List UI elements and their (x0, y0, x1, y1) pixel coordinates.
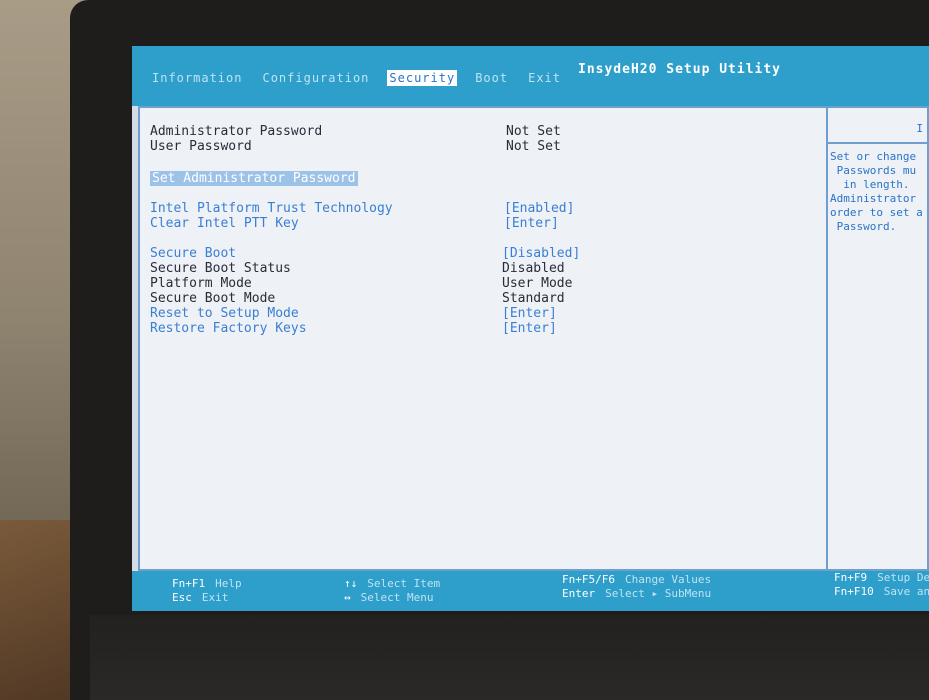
help-text: Set or change Passwords mu in length. Ad… (830, 150, 923, 233)
secure-boot-status-row: Secure Boot Status Disabled (150, 261, 810, 276)
secure-boot-value[interactable]: [Disabled] (502, 246, 580, 261)
restore-factory-keys-row[interactable]: Restore Factory Keys [Enter] (150, 321, 810, 336)
ptt-value[interactable]: [Enabled] (504, 201, 574, 216)
help-divider (828, 142, 927, 144)
legend-help: Fn+F1 Help (172, 577, 242, 590)
legend-setup-defaults-action: Setup De (877, 571, 929, 584)
set-admin-password-row[interactable]: Set Administrator Password (150, 171, 810, 186)
admin-password-status: Not Set (506, 124, 561, 139)
legend-select-menu: ↔ Select Menu (344, 591, 433, 604)
clear-ptt-row[interactable]: Clear Intel PTT Key [Enter] (150, 216, 810, 231)
clear-ptt-value[interactable]: [Enter] (504, 216, 559, 231)
admin-password-label: Administrator Password (150, 124, 323, 139)
platform-mode-label: Platform Mode (150, 276, 252, 291)
user-password-row: User Password Not Set (150, 139, 810, 154)
secure-boot-status-label: Secure Boot Status (150, 261, 291, 276)
platform-mode-value: User Mode (502, 276, 573, 291)
settings-panel: Administrator Password Not Set User Pass… (138, 106, 828, 571)
legend-help-key: Fn+F1 (172, 577, 206, 590)
tab-information[interactable]: Information (150, 70, 244, 86)
secure-boot-mode-row: Secure Boot Mode Standard (150, 291, 810, 306)
secure-boot-mode-label: Secure Boot Mode (150, 291, 276, 306)
key-legend: Fn+F1 Help Esc Exit ↑↓ Select Item ↔ Select … (132, 571, 929, 611)
user-password-status: Not Set (506, 139, 561, 154)
legend-select-menu-action: Select Menu (360, 591, 434, 604)
legend-save-exit-key: Fn+F10 (834, 585, 874, 598)
legend-change-values-key: Fn+F5/F6 (562, 573, 615, 586)
secure-boot-row[interactable]: Secure Boot [Disabled] (150, 246, 810, 261)
tab-boot[interactable]: Boot (473, 70, 510, 86)
admin-password-row: Administrator Password Not Set (150, 124, 810, 139)
tab-exit[interactable]: Exit (526, 70, 563, 86)
legend-submenu-action: Select ▸ SubMenu (605, 587, 712, 600)
tab-security[interactable]: Security (387, 70, 458, 86)
legend-save-exit: Fn+F10 Save and (834, 585, 929, 598)
reset-setup-mode-row[interactable]: Reset to Setup Mode [Enter] (150, 306, 810, 321)
bios-header: InsydeH20 Setup Utility Information Conf… (132, 46, 929, 106)
platform-mode-row: Platform Mode User Mode (150, 276, 810, 291)
legend-submenu-key: Enter (562, 587, 596, 600)
user-password-label: User Password (150, 139, 252, 154)
menu-tabs: Information Configuration Security Boot … (150, 70, 563, 86)
legend-select-item: ↑↓ Select Item (344, 577, 440, 590)
ptt-label[interactable]: Intel Platform Trust Technology (150, 201, 393, 216)
legend-change-values: Fn+F5/F6 Change Values (562, 573, 711, 586)
legend-exit: Esc Exit (172, 591, 228, 604)
legend-setup-defaults-key: Fn+F9 (834, 571, 868, 584)
legend-select-menu-key: ↔ (344, 591, 351, 604)
restore-factory-keys-value[interactable]: [Enter] (502, 321, 557, 336)
reset-setup-mode-label[interactable]: Reset to Setup Mode (150, 306, 299, 321)
ptt-row[interactable]: Intel Platform Trust Technology [Enabled… (150, 201, 810, 216)
secure-boot-label[interactable]: Secure Boot (150, 246, 236, 261)
legend-setup-defaults: Fn+F9 Setup De (834, 571, 929, 584)
secure-boot-mode-value: Standard (502, 291, 565, 306)
legend-select-item-key: ↑↓ (344, 577, 358, 590)
legend-change-values-action: Change Values (624, 573, 712, 586)
clear-ptt-label[interactable]: Clear Intel PTT Key (150, 216, 299, 231)
bios-screen: InsydeH20 Setup Utility Information Conf… (132, 46, 929, 611)
restore-factory-keys-label[interactable]: Restore Factory Keys (150, 321, 307, 336)
legend-exit-action: Exit (201, 591, 229, 604)
legend-submenu: Enter Select ▸ SubMenu (562, 587, 711, 600)
legend-select-item-action: Select Item (367, 577, 441, 590)
legend-save-exit-action: Save and (883, 585, 929, 598)
reset-setup-mode-value[interactable]: [Enter] (502, 306, 557, 321)
secure-boot-status-value: Disabled (502, 261, 565, 276)
set-admin-password-label[interactable]: Set Administrator Password (150, 171, 358, 186)
legend-help-action: Help (215, 577, 242, 590)
help-header: I (916, 122, 923, 135)
utility-title: InsydeH20 Setup Utility (578, 62, 782, 77)
tab-configuration[interactable]: Configuration (260, 70, 371, 86)
legend-exit-key: Esc (172, 591, 192, 604)
laptop-bezel-bottom (90, 615, 929, 700)
help-panel: I Set or change Passwords mu in length. … (828, 106, 929, 571)
